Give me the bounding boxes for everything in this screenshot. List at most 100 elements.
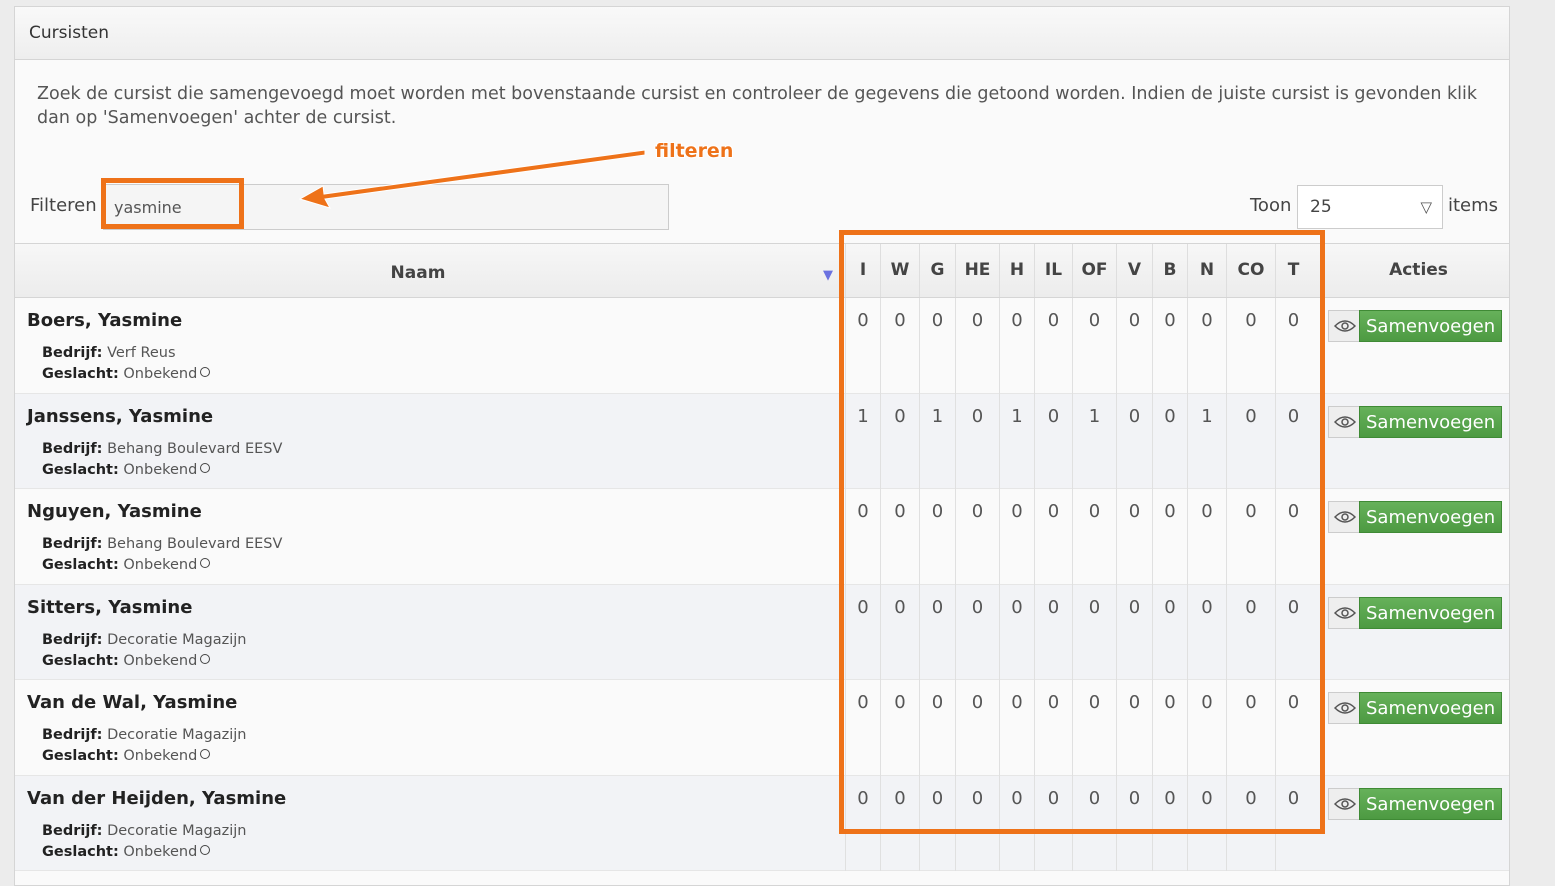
eye-icon [1333,797,1356,810]
annotation-label: filteren [655,140,734,162]
samenvoegen-button[interactable]: Samenvoegen [1359,501,1502,533]
cell-w: 0 [880,298,919,394]
geslacht-value: Onbekend [123,461,198,478]
view-button[interactable] [1328,501,1360,533]
chevron-down-icon: ▽ [1420,198,1432,216]
column-header-i[interactable]: I [845,244,880,297]
view-button[interactable] [1328,405,1360,438]
samenvoegen-button[interactable]: Samenvoegen [1359,596,1502,629]
bedrijf-label: Bedrijf: [42,822,103,839]
column-header-acties: Acties [1389,260,1448,280]
cell-co: 0 [1226,584,1275,680]
geslacht-value: Onbekend [123,843,198,860]
geslacht-line: Geslacht: Onbekend [42,843,211,860]
geslacht-value: Onbekend [123,652,198,669]
cell-t: 0 [1275,298,1311,394]
cell-co: 0 [1226,489,1275,585]
column-header-il[interactable]: IL [1034,244,1072,297]
column-header-t[interactable]: T [1275,244,1311,297]
sort-desc-icon[interactable]: ▼ [823,268,833,283]
eye-icon [1333,606,1356,619]
bedrijf-line: Bedrijf: Behang Boulevard EESV [42,536,282,552]
geslacht-label: Geslacht: [42,461,119,478]
filter-input[interactable] [103,184,669,230]
cell-n: 0 [1187,775,1226,871]
cell-b: 0 [1152,680,1187,776]
view-button[interactable] [1328,596,1360,629]
cell-h: 0 [999,775,1034,871]
cell-co: 0 [1226,298,1275,394]
cell-w: 0 [880,680,919,776]
column-header-n[interactable]: N [1187,244,1226,297]
bedrijf-line: Bedrijf: Decoratie Magazijn [42,823,246,839]
cell-of: 0 [1072,680,1116,776]
cell-b: 0 [1152,584,1187,680]
cell-il: 0 [1034,584,1072,680]
geslacht-value: Onbekend [123,557,198,573]
cell-h: 1 [999,393,1034,489]
intro-text: Zoek de cursist die samengevoegd moet wo… [37,84,1477,128]
cell-v: 0 [1116,393,1152,489]
samenvoegen-button[interactable]: Samenvoegen [1359,692,1502,724]
cell-n: 0 [1187,584,1226,680]
samenvoegen-button[interactable]: Samenvoegen [1359,787,1502,820]
cell-i: 1 [845,393,880,489]
column-header-v[interactable]: V [1116,244,1152,297]
cell-co: 0 [1226,680,1275,776]
cell-g: 0 [919,489,955,585]
cell-v: 0 [1116,489,1152,585]
bedrijf-value: Behang Boulevard EESV [107,440,283,457]
cell-w: 0 [880,489,919,585]
cell-i: 0 [845,775,880,871]
toon-label: Toon [1250,195,1292,216]
view-button[interactable] [1328,692,1360,724]
cell-g: 0 [919,775,955,871]
column-header-naam[interactable]: Naam [15,247,821,300]
table-header: Naam ▼ Acties I W G HE H IL OF V B N CO T [15,243,1509,298]
cell-he: 0 [955,489,999,585]
cell-co: 0 [1226,775,1275,871]
cell-of: 0 [1072,489,1116,585]
view-button[interactable] [1328,310,1360,342]
page-size-select[interactable]: 25 ▽ [1297,185,1443,229]
cell-b: 0 [1152,393,1187,489]
cell-w: 0 [880,775,919,871]
items-label: items [1448,195,1499,216]
cell-v: 0 [1116,298,1152,394]
cell-n: 0 [1187,298,1226,394]
column-header-of[interactable]: OF [1072,244,1116,297]
column-header-b[interactable]: B [1152,244,1187,297]
column-header-g[interactable]: G [919,244,955,297]
table-row: Janssens, Yasmine Bedrijf: Behang Bouleva… [15,393,1509,489]
geslacht-value: Onbekend [123,748,198,764]
cell-of: 0 [1072,775,1116,871]
column-header-w[interactable]: W [880,244,919,297]
cell-v: 0 [1116,584,1152,680]
cell-h: 0 [999,298,1034,394]
geslacht-value: Onbekend [123,366,198,382]
cell-i: 0 [845,298,880,394]
cell-t: 0 [1275,489,1311,585]
samenvoegen-button[interactable]: Samenvoegen [1359,310,1502,342]
cell-he: 0 [955,298,999,394]
cell-he: 0 [955,584,999,680]
column-header-h[interactable]: H [999,244,1034,297]
eye-icon [1333,511,1356,523]
bedrijf-value: Decoratie Magazijn [107,727,247,743]
cell-t: 0 [1275,584,1311,680]
cell-of: 0 [1072,584,1116,680]
geslacht-line: Geslacht: Onbekend [42,557,211,573]
cell-of: 1 [1072,393,1116,489]
student-name: Nguyen, Yasmine [27,501,202,522]
view-button[interactable] [1328,787,1360,820]
circle-icon [200,558,211,568]
column-header-co[interactable]: CO [1226,244,1275,297]
column-header-he[interactable]: HE [955,244,999,297]
geslacht-label: Geslacht: [42,843,119,860]
bedrijf-line: Bedrijf: Behang Boulevard EESV [42,441,282,457]
cell-il: 0 [1034,775,1072,871]
samenvoegen-button[interactable]: Samenvoegen [1359,405,1502,438]
table-row: Sitters, Yasmine Bedrijf: Decoratie Magaz… [15,584,1509,680]
geslacht-line: Geslacht: Onbekend [42,748,211,764]
cell-g: 0 [919,584,955,680]
